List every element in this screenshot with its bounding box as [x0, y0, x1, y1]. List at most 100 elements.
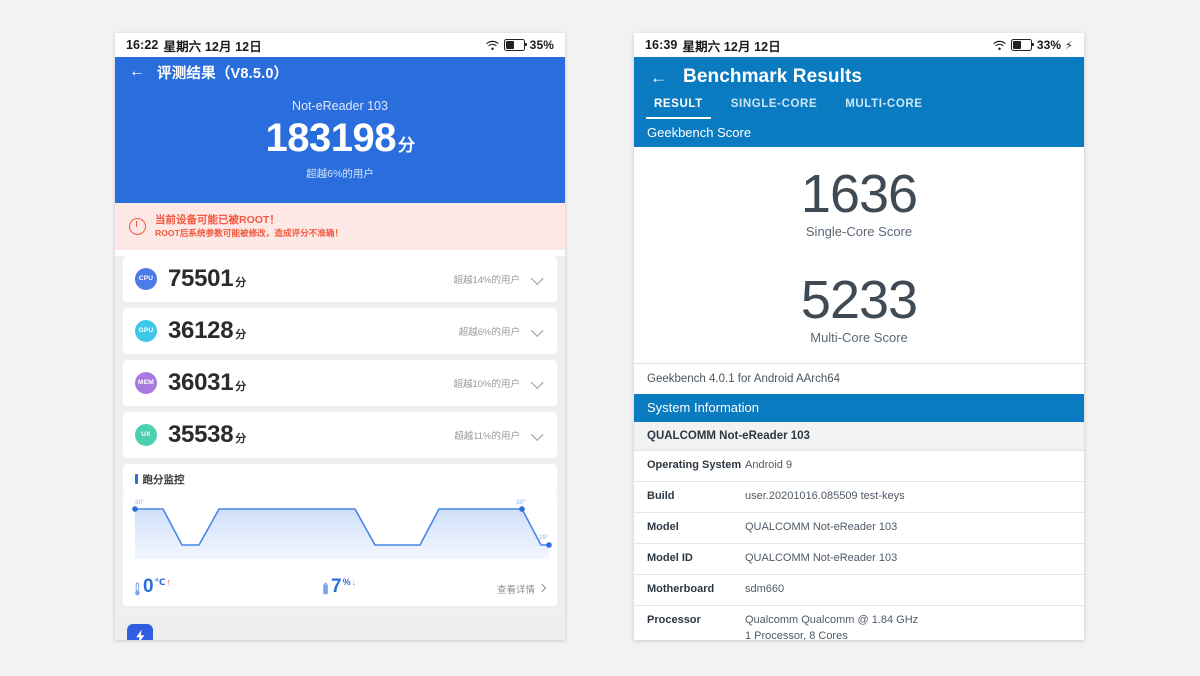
monitor-stats-row: 0 ℃ ↑ 7 % ↓ 查看详情 [123, 570, 557, 606]
chart-point-peak [519, 505, 525, 512]
system-information-table: Operating System Android 9 Build user.20… [634, 450, 1084, 640]
monitor-chart-card: 30° 30° 29° 0 ℃ ↑ 7 % ↓ 查看详情 [123, 492, 557, 606]
multi-core-score-value: 5233 [800, 270, 918, 331]
mem-score-unit: 分 [235, 380, 246, 393]
chart-label-end: 29° [539, 533, 549, 541]
geekbench-score-header: Geekbench Score [634, 119, 1084, 147]
view-details-link[interactable]: 查看详情 [497, 582, 547, 596]
ux-score-unit: 分 [235, 432, 246, 445]
lightning-bolt-icon[interactable] [127, 623, 153, 640]
ux-score-value: 35538 [168, 420, 234, 448]
table-row: Processor Qualcomm Qualcomm @ 1.84 GHz 1… [634, 604, 1084, 640]
antutu-bottom-bar [115, 614, 565, 640]
tab-result[interactable]: RESULT [640, 98, 717, 120]
total-score-value: 183198 [265, 116, 397, 160]
table-row: Motherboard sdm660 [634, 573, 1084, 605]
row-value: Android 9 [745, 459, 793, 472]
cpu-score-value: 75501 [168, 264, 234, 292]
row-value: Qualcomm Qualcomm @ 1.84 GHz 1 Processor… [745, 613, 919, 640]
mem-score-value: 36031 [168, 368, 234, 396]
status-bar-right-group: 33% ⚡ [993, 38, 1073, 52]
table-row[interactable]: MEM 36031 分 超越10%的用户 [123, 359, 557, 406]
row-value: QUALCOMM Not-eReader 103 [745, 551, 898, 564]
geekbench-scores: 1636 Single-Core Score 5233 Multi-Core S… [634, 147, 1084, 364]
mem-score: 36031 分 [168, 369, 246, 397]
warning-clock-icon [129, 217, 146, 235]
status-bar-left-group: 16:39 星期六 12月 12日 [645, 36, 781, 55]
temperature-stat: 0 ℃ ↑ [133, 577, 171, 596]
battery-percent: 33% [1036, 38, 1062, 52]
gpu-score-value: 36128 [168, 316, 234, 344]
chart-label-peak: 30° [516, 498, 526, 506]
view-details-label: 查看详情 [496, 584, 535, 596]
table-row[interactable]: CPU 75501 分 超越14%的用户 [123, 255, 557, 302]
chevron-right-icon [538, 584, 547, 593]
score-unit: 分 [397, 136, 415, 155]
back-arrow-icon[interactable]: ← [129, 64, 145, 80]
table-row: Model ID QUALCOMM Not-eReader 103 [634, 542, 1084, 574]
page-title: 评测结果（V8.5.0） [157, 65, 289, 82]
row-key: Model ID [647, 551, 693, 564]
tab-multi-core[interactable]: MULTI-CORE [831, 98, 936, 119]
temperature-unit: ℃ [154, 576, 166, 587]
chevron-down-icon[interactable] [532, 324, 545, 337]
geekbench-header: ← Benchmark Results RESULT SINGLE-CORE M… [634, 57, 1084, 120]
row-key: Operating System [647, 459, 742, 472]
score-spacer [634, 239, 1084, 273]
geekbench-titlebar: ← Benchmark Results [634, 66, 1084, 98]
antutu-score-list: CPU 75501 分 超越14%的用户 GPU 36128 分 超越6%的用户 M… [115, 255, 565, 640]
row-value: sdm660 [745, 582, 785, 595]
chevron-down-icon[interactable] [532, 272, 545, 285]
antutu-phone-screenshot: 16:22 星期六 12月 12日 35% ← 评测结果（V8.5.0） Not… [115, 33, 565, 640]
page-title: Benchmark Results [683, 66, 863, 87]
battery-stat: 7 % ↓ [321, 577, 356, 596]
system-information-header: System Information [634, 394, 1084, 423]
antutu-hero: Not-eReader 103 183198 分 超越6%的用户 [115, 87, 565, 203]
geekbench-phone-screenshot: 16:39 星期六 12月 12日 33% ⚡ ← Benchmark Resu… [634, 33, 1084, 640]
multi-core-score-label: Multi-Core Score [810, 330, 908, 346]
total-score: 183198 分 [115, 115, 565, 161]
table-row[interactable]: UX 35538 分 超越11%的用户 [123, 411, 557, 458]
table-row[interactable]: GPU 36128 分 超越6%的用户 [123, 307, 557, 354]
row-key: Model [647, 521, 679, 534]
status-bar-left: 16:22 星期六 12月 12日 35% [115, 33, 565, 57]
battery-delta-unit: % [342, 576, 351, 587]
battery-delta-value: 7 [330, 575, 342, 597]
antutu-header: ← 评测结果（V8.5.0） Not-eReader 103 183198 分 超… [115, 57, 565, 203]
gpu-score: 36128 分 [168, 317, 246, 345]
thermometer-icon [133, 582, 142, 596]
geekbench-tabs: RESULT SINGLE-CORE MULTI-CORE [634, 98, 1084, 120]
chart-point-end [546, 541, 552, 548]
battery-percent: 35% [529, 38, 554, 52]
status-bar-left-group: 16:22 星期六 12月 12日 [126, 36, 262, 55]
monitor-section: 跑分监控 [123, 463, 557, 493]
battery-icon [503, 39, 527, 51]
mem-percentile: 超越10%的用户 [453, 378, 520, 390]
chevron-down-icon[interactable] [532, 376, 545, 389]
geekbench-version-line: Geekbench 4.0.1 for Android AArch64 [634, 363, 1084, 395]
back-arrow-icon[interactable]: ← [650, 69, 667, 86]
cpu-score: 75501 分 [168, 265, 246, 293]
wifi-icon [993, 40, 1006, 51]
mem-badge-icon: MEM [135, 371, 157, 394]
temperature-chart: 30° 30° 29° [123, 493, 557, 570]
root-warning-banner: 当前设备可能已被ROOT！ ROOT后系统参数可能被修改，造成评分不准确！ [115, 203, 565, 250]
battery-small-icon [321, 582, 330, 596]
table-row: Build user.20201016.085509 test-keys [634, 481, 1084, 512]
chart-label-start: 30° [135, 498, 145, 506]
status-time: 16:39 [645, 38, 678, 52]
chart-point-start [132, 505, 138, 512]
tab-single-core[interactable]: SINGLE-CORE [717, 98, 831, 119]
status-time: 16:22 [126, 38, 159, 52]
section-accent-bar [135, 474, 138, 485]
single-core-score-label: Single-Core Score [805, 224, 913, 240]
ux-percentile: 超越11%的用户 [454, 430, 520, 442]
chart-area-fill [135, 508, 549, 559]
chevron-down-icon[interactable] [532, 428, 545, 441]
system-device-name: QUALCOMM Not-eReader 103 [634, 422, 1084, 451]
warning-subtitle: ROOT后系统参数可能被修改，造成评分不准确！ [155, 228, 344, 239]
status-bar-right-group: 35% [486, 38, 554, 52]
temperature-arrow-icon: ↑ [166, 576, 171, 587]
gpu-score-unit: 分 [235, 328, 246, 341]
row-key: Build [647, 490, 675, 503]
